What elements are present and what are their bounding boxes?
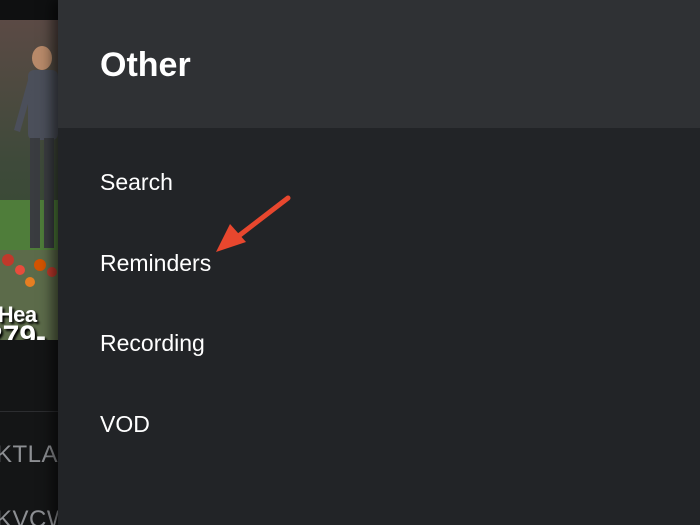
menu-item-reminders[interactable]: Reminders <box>58 223 700 303</box>
menu-item-recording[interactable]: Recording <box>58 303 700 383</box>
menu-item-label: Search <box>100 169 173 195</box>
background-screen: erHea 279- KTLA KVCW <box>0 0 60 525</box>
video-frame-image <box>0 20 60 340</box>
menu-item-label: Reminders <box>100 250 212 276</box>
channel-label[interactable]: KVCW <box>0 506 60 525</box>
menu-item-vod[interactable]: VOD <box>58 384 700 464</box>
background-video-thumbnail: erHea 279- <box>0 20 60 340</box>
other-menu-panel: Other Search Reminders Recording VOD <box>58 0 700 525</box>
menu-item-search[interactable]: Search <box>58 142 700 222</box>
channel-label[interactable]: KTLA <box>0 441 58 469</box>
menu-item-label: Recording <box>100 330 205 356</box>
background-top-bar <box>0 0 60 20</box>
background-divider <box>0 411 60 412</box>
panel-header: Other <box>58 0 700 128</box>
page-title: Other <box>100 46 191 84</box>
menu-item-label: VOD <box>100 411 150 437</box>
video-phone-text: 279- <box>0 320 47 340</box>
